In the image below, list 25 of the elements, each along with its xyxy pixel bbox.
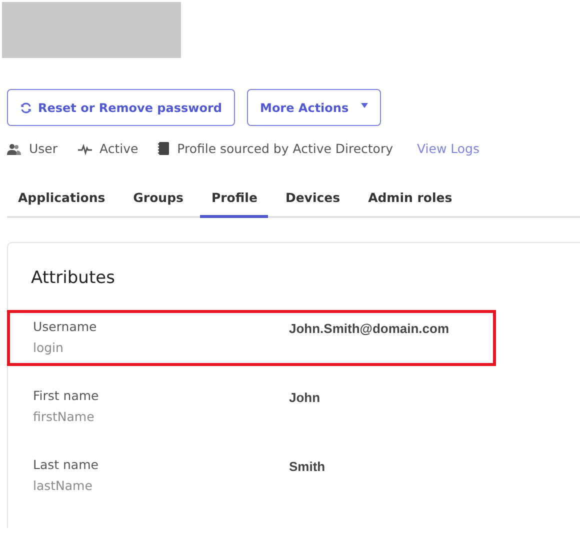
user-type: User: [29, 141, 58, 156]
caret-icon: [360, 103, 368, 108]
users-icon: [7, 142, 21, 154]
tab[interactable]: Devices: [274, 190, 352, 218]
tab[interactable]: Admin roles: [357, 190, 464, 218]
attribute-variable: lastName: [33, 478, 94, 493]
attribute-variable: login: [33, 340, 64, 355]
attribute-value: Smith: [289, 459, 326, 476]
section-title: Attributes: [31, 268, 116, 288]
tab[interactable]: Profile: [200, 190, 268, 218]
pulse-icon: [78, 142, 92, 154]
more-actions-dropdown[interactable]: More Actions: [247, 89, 381, 126]
attribute-value: John: [289, 390, 320, 407]
attribute-variable: firstName: [33, 409, 96, 424]
status-label: Active: [100, 141, 138, 156]
profile-source: Profile sourced by Active Directory: [177, 141, 393, 156]
attribute-value: John.Smith@domain.com: [289, 321, 450, 338]
tab[interactable]: Groups: [122, 190, 194, 218]
refresh-icon: [20, 102, 32, 114]
reset-password-button[interactable]: Reset or Remove password: [7, 89, 235, 126]
directory-icon: [158, 142, 170, 155]
attribute-label: First name: [33, 388, 100, 403]
attribute-label: Last name: [33, 457, 100, 472]
attribute-label: Username: [33, 319, 98, 334]
tab[interactable]: Applications: [7, 190, 116, 218]
